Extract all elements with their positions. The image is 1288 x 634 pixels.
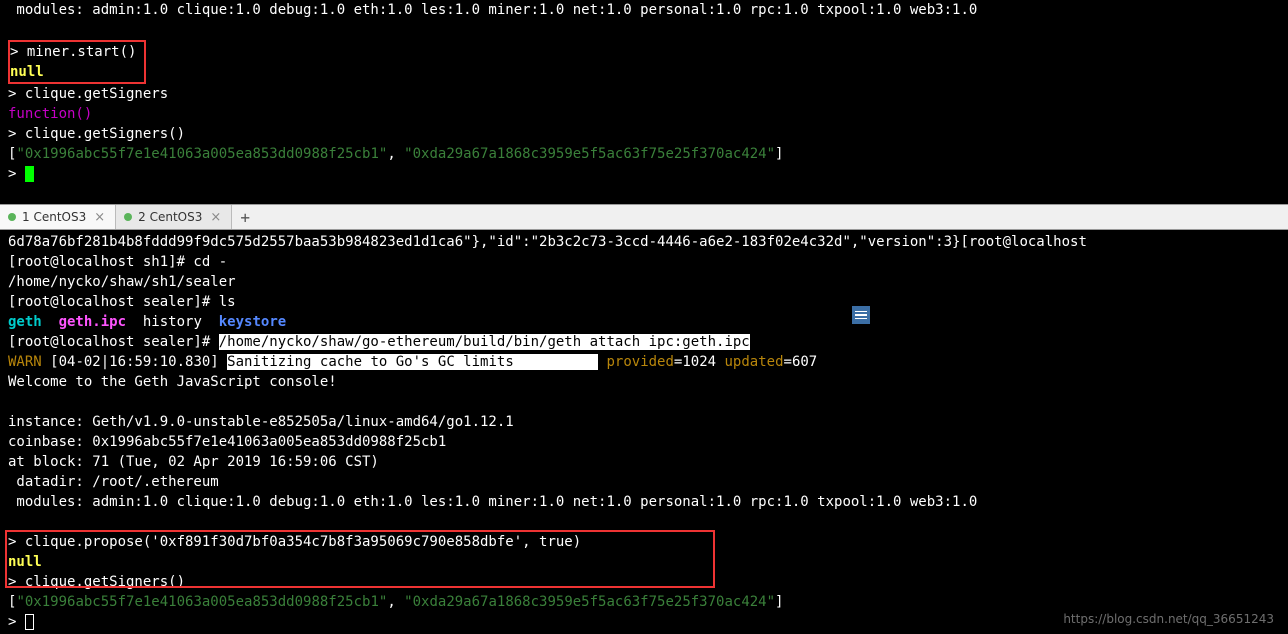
ls-geth-ipc: geth.ipc — [59, 314, 126, 330]
result-null: null — [10, 62, 136, 82]
tab-centos3-2[interactable]: 2 CentOS3 × — [116, 205, 232, 229]
cmd-cd: [root@localhost sh1]# cd - — [8, 252, 1280, 272]
result-signers-array-top: ["0x1996abc55f7e1e41063a005ea853dd0988f2… — [8, 144, 1280, 164]
blank-line — [8, 392, 1280, 412]
datadir-line: datadir: /root/.ethereum — [8, 472, 1280, 492]
cursor-icon — [25, 166, 34, 182]
status-dot-icon — [8, 213, 16, 221]
result-function: function() — [8, 104, 1280, 124]
terminal-pane-bottom[interactable]: 6d78a76bf281b4b8fddd99f9dc575d2557baa53b… — [0, 230, 1288, 632]
ls-keystore: keystore — [219, 314, 286, 330]
result-signers-array-bottom: ["0x1996abc55f7e1e41063a005ea853dd0988f2… — [8, 592, 1280, 612]
highlighted-path: /home/nycko/shaw/go-ethereum/build/bin/g… — [219, 334, 750, 350]
tab-bar: 1 CentOS3 × 2 CentOS3 × + — [0, 204, 1288, 230]
json-fragment-line: 6d78a76bf281b4b8fddd99f9dc575d2557baa53b… — [8, 232, 1280, 252]
result-null-bottom: null — [8, 552, 1280, 572]
coinbase-line: coinbase: 0x1996abc55f7e1e41063a005ea853… — [8, 432, 1280, 452]
add-tab-button[interactable]: + — [232, 205, 258, 229]
tab-label: 1 CentOS3 — [22, 210, 86, 224]
cmd-propose: > clique.propose('0xf891f30d7bf0a354c7b8… — [8, 532, 1280, 552]
highlight-box-miner: > miner.start() null — [8, 40, 146, 84]
ls-output: geth geth.ipc history keystore — [8, 312, 1280, 332]
modules-line: modules: admin:1.0 clique:1.0 debug:1.0 … — [8, 0, 1280, 20]
cmd-ls: [root@localhost sealer]# ls — [8, 292, 1280, 312]
plus-icon: + — [240, 208, 250, 227]
ls-geth: geth — [8, 314, 42, 330]
cmd-getsigners-bottom: > clique.getSigners() — [8, 572, 1280, 592]
modules-line-bottom: modules: admin:1.0 clique:1.0 debug:1.0 … — [8, 492, 1280, 512]
terminal-pane-top[interactable]: modules: admin:1.0 clique:1.0 debug:1.0 … — [0, 0, 1288, 204]
cmd-getsigners-ref: > clique.getSigners — [8, 84, 1280, 104]
tab-label: 2 CentOS3 — [138, 210, 202, 224]
close-icon[interactable]: × — [208, 210, 223, 225]
cursor-icon — [25, 614, 34, 630]
tab-centos3-1[interactable]: 1 CentOS3 × — [0, 205, 116, 229]
text-editor-icon[interactable] — [852, 306, 870, 324]
block-line: at block: 71 (Tue, 02 Apr 2019 16:59:06 … — [8, 452, 1280, 472]
cmd-getsigners-call: > clique.getSigners() — [8, 124, 1280, 144]
blank-line — [8, 184, 1280, 204]
warn-line: WARN [04-02|16:59:10.830] Sanitizing cac… — [8, 352, 1280, 372]
welcome-line: Welcome to the Geth JavaScript console! — [8, 372, 1280, 392]
status-dot-icon — [124, 213, 132, 221]
instance-line: instance: Geth/v1.9.0-unstable-e852505a/… — [8, 412, 1280, 432]
watermark-text: https://blog.csdn.net/qq_36651243 — [1063, 612, 1274, 626]
cmd-geth-attach: [root@localhost sealer]# /home/nycko/sha… — [8, 332, 1280, 352]
prompt-line-top[interactable]: > — [8, 164, 1280, 184]
ls-history: history — [143, 314, 202, 330]
cwd-line: /home/nycko/shaw/sh1/sealer — [8, 272, 1280, 292]
close-icon[interactable]: × — [92, 210, 107, 225]
cmd-miner-start: > miner.start() — [10, 42, 136, 62]
blank-line — [8, 20, 1280, 40]
blank-line — [8, 512, 1280, 532]
